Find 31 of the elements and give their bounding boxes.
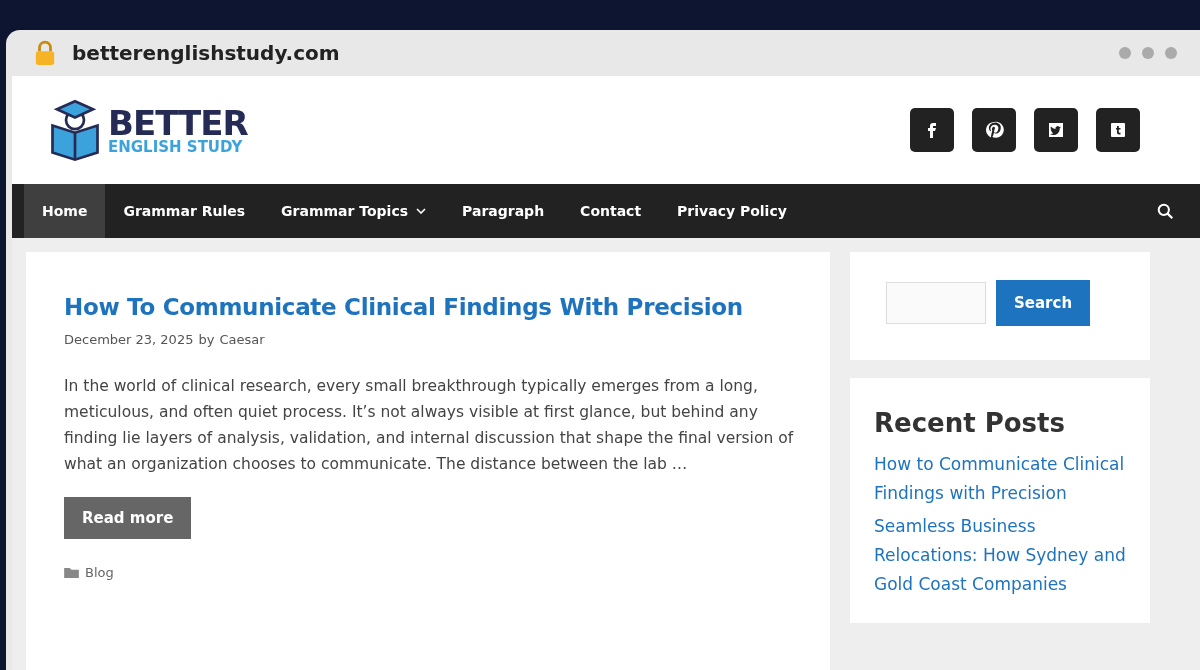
nav-link[interactable]: Home [24,184,106,238]
post-date[interactable]: December 23, 2025 [64,332,194,347]
widget-title: Recent Posts [874,408,1066,438]
post-excerpt: In the world of clinical research, every small breakthrough typically emerges from a long, meticulous, and often quiet process. It’s not always visible at first glance, but behind any finding lie layers of analysis, validation, and internal discussion that shape the final version of what an organization chooses to communicate. The distance between the lab … [64,376,794,475]
tumblr-icon [1108,120,1128,140]
nav-link[interactable]: Grammar Rules [105,184,264,238]
search-field[interactable] [886,282,986,324]
padlock-icon [34,40,56,66]
search-button[interactable]: Search [996,280,1091,326]
category-link[interactable]: Blog [85,565,114,580]
folder-icon [64,567,79,578]
author-link[interactable]: Caesar [219,332,265,347]
byline-text: by [198,332,215,347]
read-more-button[interactable]: Read more [64,497,192,539]
post-title[interactable]: How To Communicate Clinical Findings With Precision [64,292,794,322]
recent-post-link[interactable]: Seamless Business Relocations: How Sydney and Gold Coast Companies [874,512,1126,599]
pinterest-link[interactable] [972,108,1016,152]
search-icon[interactable] [1157,202,1174,220]
recent-post-link[interactable]: How to Communicate Clinical Findings with Precision [874,450,1126,508]
nav-link[interactable]: Grammar Topics [263,184,445,238]
address-text[interactable]: betterenglishstudy.com [72,41,1102,65]
nav-link[interactable]: Privacy Policy [659,184,805,238]
facebook-link[interactable] [910,108,954,152]
tumblr-link[interactable] [1096,108,1140,152]
book-graduate-logo-icon[interactable] [48,98,102,162]
logo-title[interactable]: BETTER [108,105,248,140]
pinterest-icon [984,120,1004,140]
twitter-link[interactable] [1034,108,1078,152]
nav-link[interactable]: Contact [562,184,660,238]
twitter-icon [1046,120,1066,140]
nav-link[interactable]: Paragraph [444,184,563,238]
